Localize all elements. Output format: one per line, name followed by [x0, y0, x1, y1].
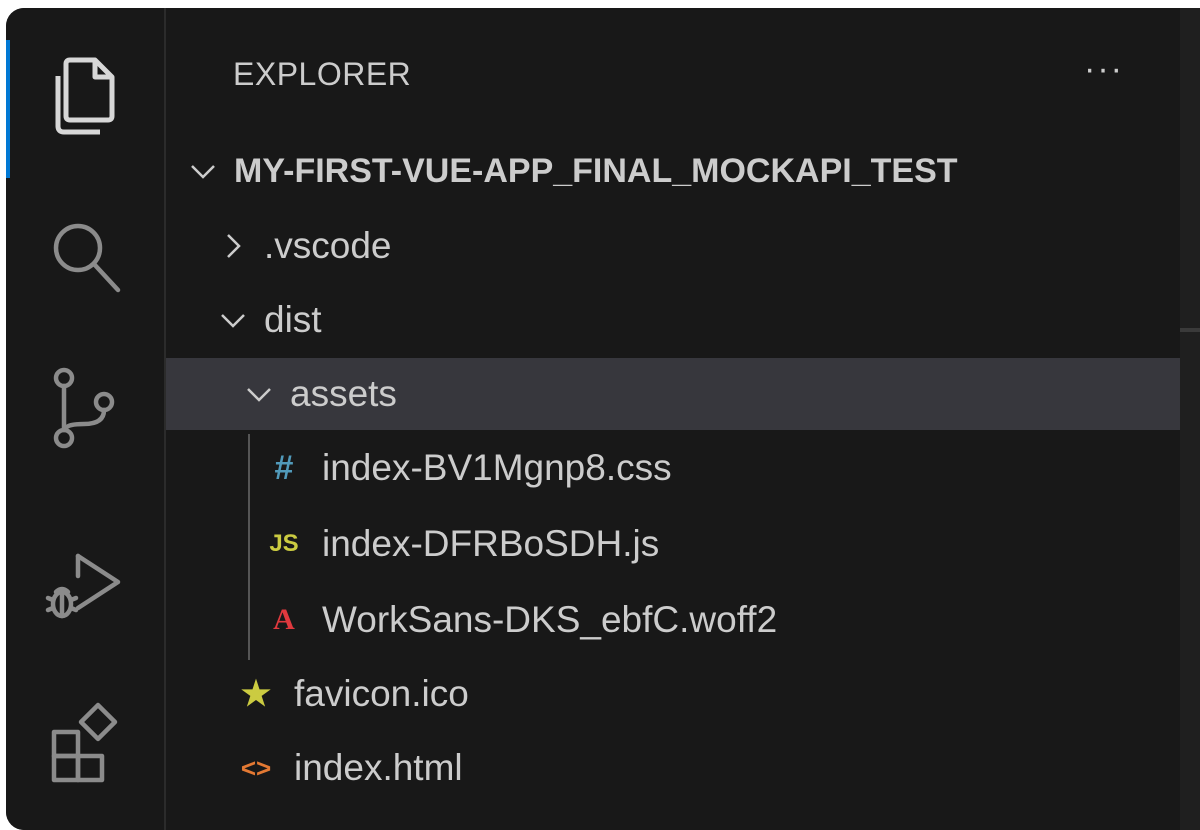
tree-item-font-file[interactable]: A WorkSans-DKS_ebfC.woff2 [166, 584, 1200, 656]
chevron-down-icon [188, 156, 218, 186]
explorer-title: EXPLORER [233, 56, 412, 92]
vscode-window: EXPLORER ··· MY-FIRST-VUE-APP_FINAL_MOCK… [6, 8, 1200, 830]
chevron-down-icon [218, 305, 248, 335]
active-indicator [6, 40, 10, 178]
tree-item-vscode[interactable]: .vscode [166, 210, 1200, 282]
root-folder-label: MY-FIRST-VUE-APP_FINAL_MOCKAPI_TEST [234, 151, 958, 190]
more-actions-button[interactable]: ··· [1084, 50, 1124, 89]
explorer-icon[interactable] [40, 50, 130, 140]
html-file-icon: <> [240, 752, 272, 783]
tree-item-dist[interactable]: dist [166, 284, 1200, 356]
tree-item-index-html[interactable]: <> index.html [166, 732, 1200, 804]
chevron-down-icon [244, 379, 274, 409]
tree-item-css-file[interactable]: # index-BV1Mgnp8.css [166, 432, 1200, 504]
editor-edge-mark [1180, 328, 1200, 332]
tree-item-label: index-BV1Mgnp8.css [322, 447, 672, 488]
source-control-icon[interactable] [40, 362, 130, 452]
js-file-icon: JS [269, 530, 299, 557]
tree-item-label: index-DFRBoSDH.js [322, 523, 660, 564]
tree-root-folder[interactable]: MY-FIRST-VUE-APP_FINAL_MOCKAPI_TEST [166, 135, 1200, 207]
tree-item-label: dist [264, 299, 322, 340]
search-icon[interactable] [40, 210, 130, 300]
editor-edge [1180, 8, 1200, 830]
tree-item-assets[interactable]: assets [166, 358, 1200, 430]
tree-item-js-file[interactable]: JS index-DFRBoSDH.js [166, 508, 1200, 580]
css-file-icon: # [274, 448, 294, 487]
star-icon: ★ [240, 675, 272, 713]
font-file-icon: A [273, 603, 295, 636]
extensions-icon[interactable] [40, 698, 130, 788]
run-debug-icon[interactable] [40, 540, 130, 630]
explorer-sidebar: EXPLORER ··· MY-FIRST-VUE-APP_FINAL_MOCK… [166, 8, 1200, 830]
chevron-right-icon [218, 231, 248, 261]
tree-item-label: assets [290, 373, 397, 414]
tree-item-label: index.html [294, 747, 463, 788]
tree-item-favicon[interactable]: ★ favicon.ico [166, 658, 1200, 730]
tree-item-label: favicon.ico [294, 673, 469, 714]
tree-item-label: WorkSans-DKS_ebfC.woff2 [322, 599, 778, 640]
tree-item-label: .vscode [264, 225, 392, 266]
activity-bar [6, 8, 166, 830]
